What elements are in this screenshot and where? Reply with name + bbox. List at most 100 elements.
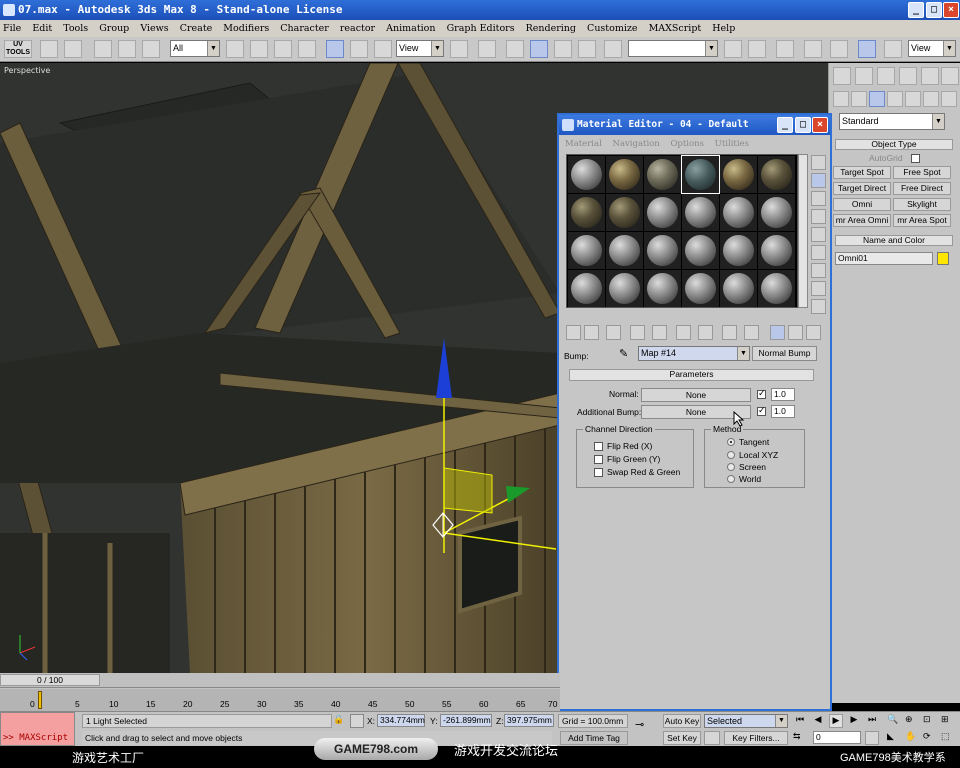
undo-icon[interactable]	[40, 40, 58, 58]
space-warps-icon[interactable]	[923, 91, 939, 107]
maximize-viewport-icon[interactable]: ⬚	[941, 731, 955, 745]
med-maximize-button[interactable]: □	[795, 117, 811, 133]
snap-3d-icon[interactable]	[506, 40, 524, 58]
mirror-icon[interactable]	[724, 40, 742, 58]
window-crossing-icon[interactable]	[298, 40, 316, 58]
field-of-view-icon[interactable]: ◣	[887, 731, 901, 745]
sample-slot[interactable]	[720, 156, 757, 193]
skylight-button[interactable]: Skylight	[893, 198, 951, 211]
systems-icon[interactable]	[941, 91, 957, 107]
sample-slot[interactable]	[758, 270, 795, 307]
mr-area-omni-button[interactable]: mr Area Omni	[833, 214, 891, 227]
absolute-relative-toggle-icon[interactable]	[350, 714, 364, 728]
select-by-material-icon[interactable]	[811, 281, 826, 296]
mr-area-spot-button[interactable]: mr Area Spot	[893, 214, 951, 227]
free-spot-button[interactable]: Free Spot	[893, 166, 951, 179]
cameras-icon[interactable]	[887, 91, 903, 107]
percent-snap-icon[interactable]	[554, 40, 572, 58]
menu-create[interactable]: Create	[180, 23, 213, 34]
go-to-end-icon[interactable]: ⏭	[865, 714, 879, 728]
play-icon[interactable]: ▶	[829, 714, 843, 728]
lights-icon[interactable]	[869, 91, 885, 107]
menu-graph-editors[interactable]: Graph Editors	[447, 23, 515, 34]
backlight-icon[interactable]	[811, 173, 826, 188]
helpers-icon[interactable]	[905, 91, 921, 107]
reset-map-icon[interactable]	[630, 325, 645, 340]
screen-radio[interactable]	[727, 463, 735, 471]
menu-animation[interactable]: Animation	[386, 23, 435, 34]
sample-slot[interactable]	[644, 194, 681, 231]
uv-tools-button[interactable]: UV TOOLS	[4, 40, 32, 58]
put-to-library-icon[interactable]	[676, 325, 691, 340]
bump-map-dropdown[interactable]: Map #14 ▼	[638, 346, 750, 361]
time-slider-thumb[interactable]: 0 / 100	[0, 674, 100, 686]
menu-views[interactable]: Views	[140, 23, 168, 34]
shapes-icon[interactable]	[851, 91, 867, 107]
menu-maxscript[interactable]: MAXScript	[649, 23, 702, 34]
sample-slot[interactable]	[682, 270, 719, 307]
light-category-dropdown[interactable]: Standard ▼	[839, 113, 945, 130]
select-by-name-icon[interactable]	[250, 40, 268, 58]
y-coordinate-input[interactable]: -261.899mm	[440, 714, 492, 727]
add-time-tag-button[interactable]: Add Time Tag	[560, 731, 628, 745]
zoom-extents-all-icon[interactable]: ⊞	[941, 714, 955, 728]
zoom-icon[interactable]: 🔍	[887, 714, 901, 728]
key-filters-button[interactable]: Key Filters...	[724, 731, 788, 745]
go-forward-to-sibling-icon[interactable]	[788, 325, 803, 340]
lock-selection-icon[interactable]: 🔒	[333, 714, 345, 726]
sample-slot[interactable]	[568, 156, 605, 193]
viewport-label[interactable]: Perspective	[4, 66, 50, 75]
set-key-button[interactable]: Set Key	[663, 731, 701, 745]
show-end-result-icon[interactable]	[744, 325, 759, 340]
schematic-view-icon[interactable]	[830, 40, 848, 58]
render-scene-icon[interactable]	[884, 40, 902, 58]
material-editor-icon[interactable]	[858, 40, 876, 58]
sample-slot[interactable]	[568, 232, 605, 269]
get-material-icon[interactable]	[566, 325, 581, 340]
zoom-all-icon[interactable]: ⊕	[905, 714, 919, 728]
normal-bump-type-button[interactable]: Normal Bump	[752, 346, 817, 361]
menu-rendering[interactable]: Rendering	[526, 23, 576, 34]
geometry-icon[interactable]	[833, 91, 849, 107]
sample-slot[interactable]	[720, 270, 757, 307]
normal-enable-checkbox[interactable]	[757, 388, 766, 399]
pan-icon[interactable]: ✋	[905, 731, 919, 745]
layer-manager-icon[interactable]	[776, 40, 794, 58]
bind-space-warp-icon[interactable]	[142, 40, 160, 58]
parameters-rollout[interactable]: Parameters	[569, 369, 814, 381]
sample-slot-active[interactable]	[681, 155, 720, 194]
rectangular-selection-icon[interactable]	[274, 40, 292, 58]
sample-type-icon[interactable]	[811, 155, 826, 170]
go-to-parent-icon[interactable]	[770, 325, 785, 340]
show-map-in-viewport-icon[interactable]	[722, 325, 737, 340]
current-frame-input[interactable]: 0	[813, 731, 861, 744]
flip-green-checkbox[interactable]	[594, 455, 603, 464]
target-spot-button[interactable]: Target Spot	[833, 166, 891, 179]
flip-red-checkbox[interactable]	[594, 442, 603, 451]
put-to-scene-icon[interactable]	[584, 325, 599, 340]
med-menu-utilities[interactable]: Utilities	[715, 139, 749, 149]
options-icon[interactable]	[811, 263, 826, 278]
minimize-button[interactable]: _	[908, 2, 924, 18]
sample-slot[interactable]	[568, 194, 605, 231]
menu-modifiers[interactable]: Modifiers	[223, 23, 269, 34]
menu-file[interactable]: File	[3, 23, 21, 34]
eyedropper-icon[interactable]: ✎	[619, 347, 634, 362]
med-close-button[interactable]: ×	[812, 117, 828, 133]
reference-coordinate-dropdown[interactable]: View ▼	[396, 40, 444, 57]
go-to-start-icon[interactable]: ⏮	[793, 714, 807, 728]
object-color-swatch[interactable]	[937, 252, 949, 265]
normal-map-button[interactable]: None	[641, 388, 751, 402]
make-unique-icon[interactable]	[652, 325, 667, 340]
edit-named-selections-icon[interactable]	[604, 40, 622, 58]
name-and-color-rollout[interactable]: Name and Color	[835, 235, 953, 246]
world-radio[interactable]	[727, 475, 735, 483]
select-and-rotate-icon[interactable]	[350, 40, 368, 58]
material-map-navigator-icon[interactable]	[811, 299, 826, 314]
track-bar[interactable]: 0 5 10 15 20 25 30 35 40 45 50 55 60 65 …	[0, 689, 560, 711]
arc-rotate-icon[interactable]: ⟳	[923, 731, 937, 745]
time-slider[interactable]: 0 / 100	[0, 673, 560, 688]
motion-tab-icon[interactable]	[899, 67, 917, 85]
sample-slot[interactable]	[758, 232, 795, 269]
sample-slot[interactable]	[606, 194, 643, 231]
